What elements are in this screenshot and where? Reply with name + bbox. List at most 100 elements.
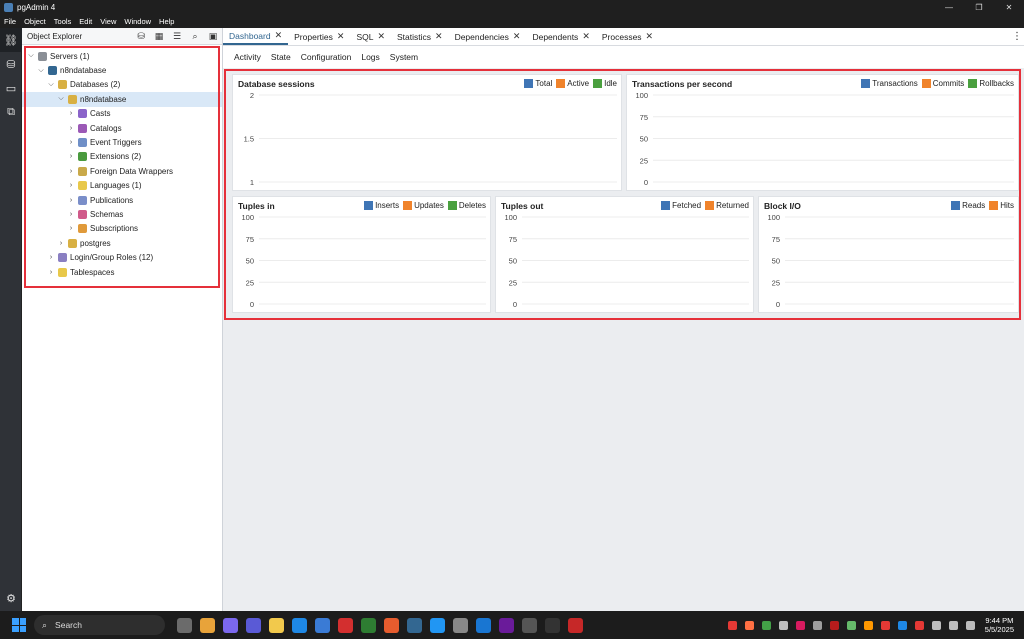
view-data-icon[interactable]: ▦	[150, 31, 168, 42]
close-tab-icon[interactable]: ✕	[377, 31, 385, 42]
menu-file[interactable]: File	[0, 17, 20, 26]
menu-window[interactable]: Window	[120, 17, 155, 26]
tab-sql[interactable]: SQL ✕	[350, 28, 391, 45]
chevron-right-icon[interactable]: ›	[66, 125, 76, 132]
subtab-logs[interactable]: Logs	[356, 52, 384, 62]
chevron-right-icon[interactable]: ›	[46, 269, 56, 276]
tree-node[interactable]: › Schemas	[22, 207, 222, 221]
tab-dependencies[interactable]: Dependencies ✕	[449, 28, 527, 45]
tree-node[interactable]: › postgres	[22, 236, 222, 250]
tray-icon[interactable]	[931, 620, 941, 630]
close-tab-icon[interactable]: ✕	[513, 31, 521, 42]
tray-icon[interactable]	[846, 620, 856, 630]
chevron-down-icon[interactable]: ⌵	[56, 95, 66, 103]
menu-edit[interactable]: Edit	[75, 17, 96, 26]
tray-icon[interactable]	[795, 620, 805, 630]
subtab-configuration[interactable]: Configuration	[296, 52, 357, 62]
taskbar-search[interactable]: ⌕ Search	[34, 615, 165, 635]
chevron-right-icon[interactable]: ›	[66, 197, 76, 204]
schema-diff-icon[interactable]: ⧉	[0, 100, 22, 124]
start-button[interactable]	[12, 618, 26, 632]
menu-object[interactable]: Object	[20, 17, 50, 26]
tray-icon[interactable]	[948, 620, 958, 630]
taskbar-app-icon[interactable]	[200, 617, 215, 633]
tree-node[interactable]: › Catalogs	[22, 121, 222, 135]
taskbar-app-icon[interactable]	[361, 617, 376, 633]
tab-properties[interactable]: Properties ✕	[288, 28, 350, 45]
minimize-icon[interactable]: —	[934, 3, 964, 12]
tray-icon[interactable]	[727, 620, 737, 630]
chevron-right-icon[interactable]: ›	[46, 254, 56, 261]
search-objects-icon[interactable]: ⌕	[186, 31, 204, 42]
taskbar-app-icon[interactable]	[407, 617, 422, 633]
taskbar-app-icon[interactable]	[453, 617, 468, 633]
more-options-icon[interactable]: ⋮	[1010, 28, 1024, 45]
tray-icon[interactable]	[761, 620, 771, 630]
tree-node[interactable]: ⌵ n8ndatabase	[22, 92, 222, 107]
tree-node[interactable]: › Login/Group Roles (12)	[22, 250, 222, 264]
tree-node[interactable]: › Event Triggers	[22, 135, 222, 149]
taskbar-app-icon[interactable]	[338, 617, 353, 633]
subtab-state[interactable]: State	[266, 52, 296, 62]
tree-node[interactable]: ⌵ Databases (2)	[22, 78, 222, 92]
taskbar-app-icon[interactable]	[384, 617, 399, 633]
tab-dependents[interactable]: Dependents ✕	[526, 28, 595, 45]
taskbar-app-icon[interactable]	[476, 617, 491, 633]
menu-help[interactable]: Help	[155, 17, 178, 26]
tray-icon[interactable]	[914, 620, 924, 630]
filter-rows-icon[interactable]: ☰	[168, 31, 186, 42]
taskbar-app-icon[interactable]	[568, 617, 583, 633]
chevron-right-icon[interactable]: ›	[56, 240, 66, 247]
tray-icon[interactable]	[829, 620, 839, 630]
taskbar-app-icon[interactable]	[292, 617, 307, 633]
chevron-right-icon[interactable]: ›	[66, 168, 76, 175]
tree-node[interactable]: › Tablespaces	[22, 265, 222, 279]
database-tool-icon[interactable]: ⛁	[0, 52, 22, 76]
chevron-right-icon[interactable]: ›	[66, 139, 76, 146]
chevron-right-icon[interactable]: ›	[66, 225, 76, 232]
tray-icon[interactable]	[812, 620, 822, 630]
tab-processes[interactable]: Processes ✕	[596, 28, 659, 45]
taskbar-app-icon[interactable]	[315, 617, 330, 633]
taskbar-app-icon[interactable]	[269, 617, 284, 633]
subtab-activity[interactable]: Activity	[229, 52, 266, 62]
tab-statistics[interactable]: Statistics ✕	[391, 28, 449, 45]
taskbar-app-icon[interactable]	[177, 617, 192, 633]
chevron-down-icon[interactable]: ⌵	[36, 67, 46, 75]
settings-gear-icon[interactable]: ⚙	[0, 589, 22, 607]
tree-node[interactable]: › Subscriptions	[22, 222, 222, 236]
menu-tools[interactable]: Tools	[50, 17, 76, 26]
tree-node[interactable]: › Casts	[22, 107, 222, 121]
close-tab-icon[interactable]: ✕	[435, 31, 443, 42]
tray-icon[interactable]	[778, 620, 788, 630]
chevron-down-icon[interactable]: ⌵	[46, 81, 56, 89]
taskbar-app-icon[interactable]	[246, 617, 261, 633]
tab-dashboard[interactable]: Dashboard ✕	[223, 28, 289, 45]
menu-view[interactable]: View	[96, 17, 120, 26]
tree-node[interactable]: ⌵ Servers (1)	[22, 49, 222, 63]
tree-node[interactable]: › Extensions (2)	[22, 150, 222, 164]
close-tab-icon[interactable]: ✕	[337, 31, 345, 42]
psql-tool-icon[interactable]: ▣	[204, 31, 222, 42]
object-explorer-icon[interactable]: ⛓	[0, 28, 22, 52]
tree-node[interactable]: › Publications	[22, 193, 222, 207]
chevron-right-icon[interactable]: ›	[66, 153, 76, 160]
tray-icon[interactable]	[863, 620, 873, 630]
terminal-icon[interactable]: ▭	[0, 76, 22, 100]
tray-icon[interactable]	[880, 620, 890, 630]
taskbar-app-icon[interactable]	[430, 617, 445, 633]
tray-icon[interactable]	[897, 620, 907, 630]
chevron-right-icon[interactable]: ›	[66, 182, 76, 189]
close-icon[interactable]: ✕	[994, 3, 1024, 12]
chevron-right-icon[interactable]: ›	[66, 211, 76, 218]
tray-icon[interactable]	[965, 620, 975, 630]
taskbar-app-icon[interactable]	[499, 617, 514, 633]
taskbar-app-icon[interactable]	[545, 617, 560, 633]
close-tab-icon[interactable]: ✕	[582, 31, 590, 42]
taskbar-app-icon[interactable]	[223, 617, 238, 633]
tree-node[interactable]: ⌵ n8ndatabase	[22, 63, 222, 77]
chevron-right-icon[interactable]: ›	[66, 110, 76, 117]
query-tool-icon[interactable]: ⛁	[132, 31, 150, 42]
subtab-system[interactable]: System	[385, 52, 423, 62]
taskbar-clock[interactable]: 9:44 PM 5/5/2025	[985, 616, 1014, 634]
